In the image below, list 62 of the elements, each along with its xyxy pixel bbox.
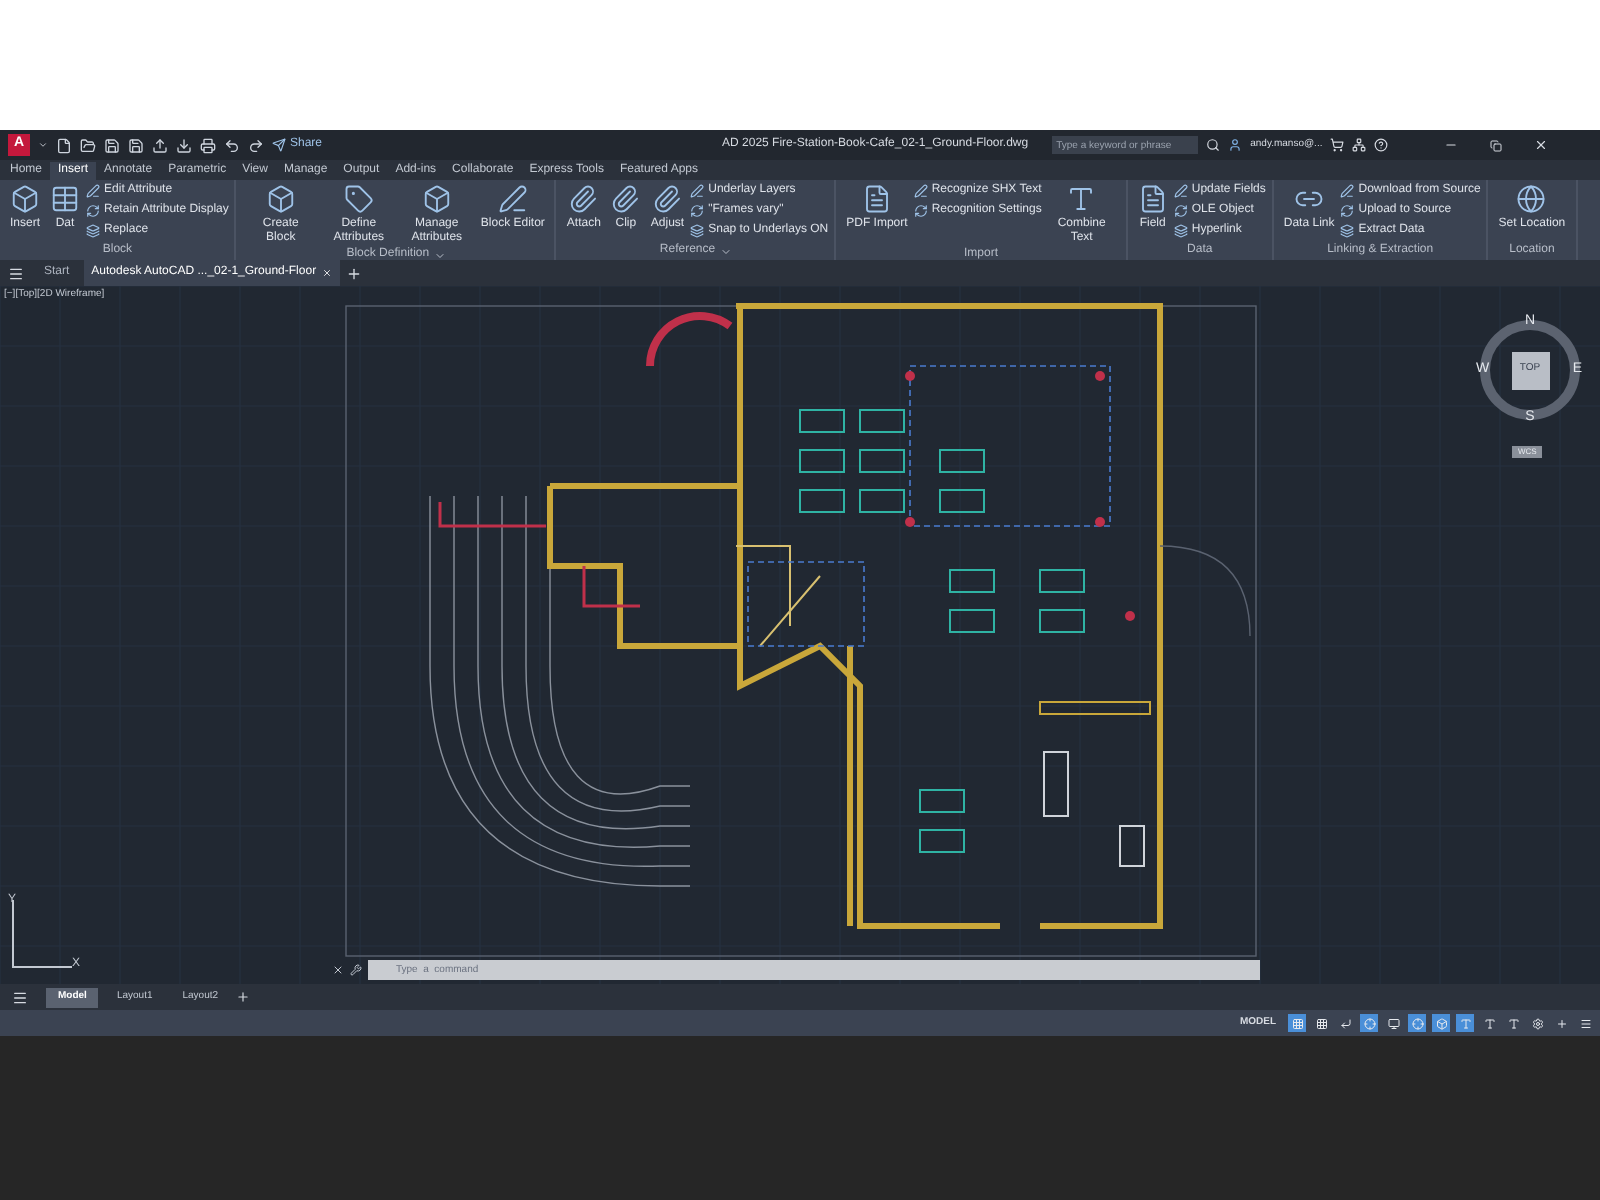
restore-icon[interactable] — [1490, 139, 1503, 151]
upload-icon[interactable] — [152, 137, 168, 153]
caret-icon — [433, 249, 446, 261]
grid-icon[interactable] — [1312, 1014, 1330, 1032]
table-icon — [50, 184, 81, 214]
text-icon[interactable] — [1504, 1014, 1522, 1032]
redo-icon[interactable] — [248, 137, 264, 153]
document-icon — [1137, 184, 1168, 214]
help-icon[interactable] — [1374, 138, 1389, 152]
caret-icon — [38, 140, 48, 150]
new-layout-icon[interactable] — [236, 990, 251, 1004]
block-icon — [265, 184, 296, 214]
pencil-icon — [913, 184, 928, 198]
text-icon — [1066, 184, 1097, 214]
new-file-icon[interactable] — [56, 137, 72, 153]
block-icon — [10, 184, 40, 214]
save-icon[interactable] — [128, 137, 144, 153]
download-icon[interactable] — [176, 137, 192, 153]
caret-icon — [719, 245, 732, 257]
new-tab-icon[interactable] — [346, 265, 363, 281]
save-icon[interactable] — [104, 137, 120, 153]
search-icon[interactable] — [1206, 138, 1221, 152]
refresh-icon — [913, 204, 928, 218]
wrench-icon[interactable] — [350, 964, 362, 976]
refresh-icon — [1340, 204, 1355, 218]
settings-icon[interactable] — [1528, 1014, 1546, 1032]
pencil-icon — [1173, 184, 1188, 198]
menu-icon[interactable] — [12, 989, 28, 1005]
close-icon[interactable] — [1534, 138, 1549, 152]
menu-icon[interactable] — [1576, 1014, 1594, 1032]
refresh-icon — [690, 204, 705, 218]
menu-icon[interactable] — [8, 265, 24, 281]
document-icon — [861, 184, 892, 214]
pencil-icon — [1340, 184, 1355, 198]
network-icon[interactable] — [1352, 138, 1367, 152]
paper-plane-icon — [272, 138, 286, 152]
pencil-icon — [86, 184, 101, 198]
close-icon[interactable] — [332, 964, 344, 976]
text-icon[interactable] — [1480, 1014, 1498, 1032]
refresh-icon — [1173, 204, 1188, 218]
refresh-icon — [86, 204, 101, 218]
monitor-icon[interactable] — [1384, 1014, 1402, 1032]
cart-icon[interactable] — [1330, 138, 1345, 152]
paperclip-icon — [652, 184, 683, 214]
layers-icon — [1340, 224, 1355, 238]
open-folder-icon[interactable] — [80, 137, 96, 153]
paperclip-icon — [568, 184, 599, 214]
minimize-icon[interactable] — [1444, 138, 1459, 152]
globe-icon — [1516, 184, 1547, 214]
block-icon — [421, 184, 452, 214]
undo-icon[interactable] — [224, 137, 240, 153]
corner-icon[interactable] — [1336, 1014, 1354, 1032]
pencil-icon — [497, 184, 528, 214]
pencil-icon — [690, 184, 705, 198]
layers-icon — [1173, 224, 1188, 238]
layers-icon — [690, 224, 705, 238]
plus-icon[interactable] — [1552, 1014, 1570, 1032]
tag-icon — [343, 184, 374, 214]
layers-icon — [86, 224, 101, 238]
print-icon[interactable] — [200, 137, 216, 153]
user-icon[interactable] — [1228, 138, 1243, 152]
paperclip-icon — [610, 184, 641, 214]
